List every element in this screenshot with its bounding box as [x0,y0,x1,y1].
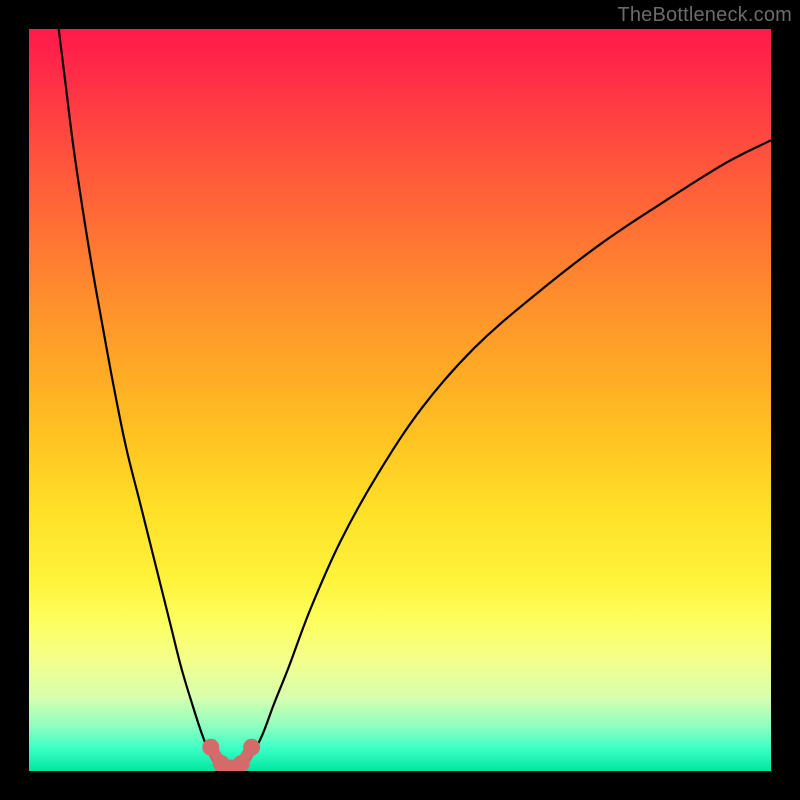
right-curve-path [244,140,771,768]
chart-svg [29,29,771,771]
attribution-text: TheBottleneck.com [617,4,792,27]
valley-marker-dot [202,739,219,756]
valley-floor-markers [202,739,260,771]
right-curve [244,140,771,768]
left-curve [59,29,219,769]
left-curve-path [59,29,219,769]
chart-plot-area [29,29,771,771]
valley-marker-dot [243,739,260,756]
